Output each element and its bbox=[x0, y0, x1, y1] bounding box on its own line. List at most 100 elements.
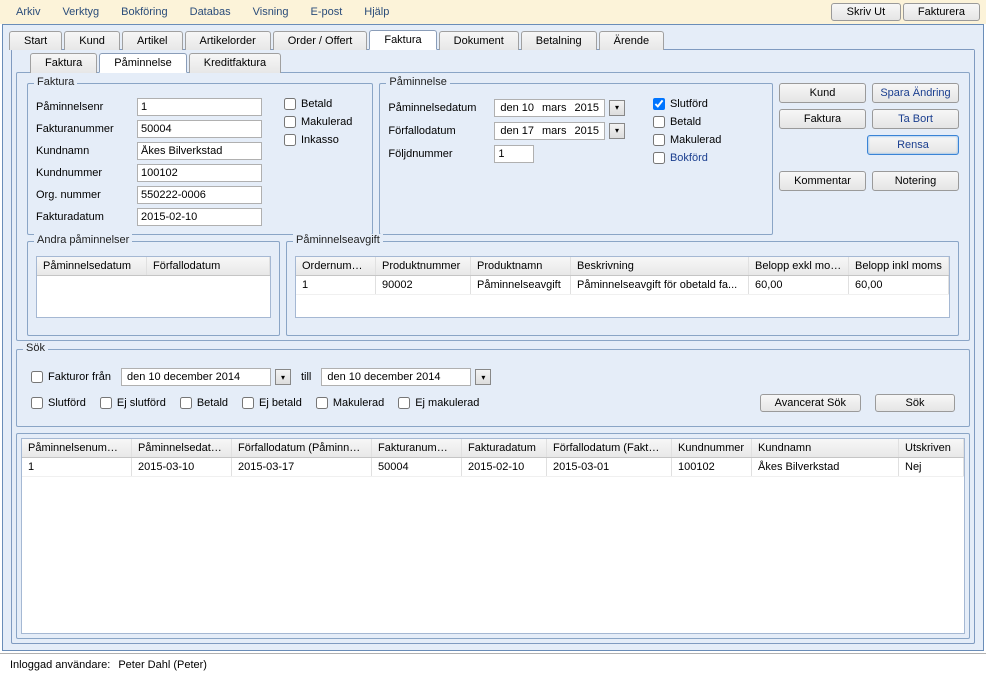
sok-to-date[interactable]: den 10 december 2014 bbox=[321, 368, 471, 386]
rensa-button[interactable]: Rensa bbox=[867, 135, 959, 155]
input-orgnummer[interactable] bbox=[137, 186, 262, 204]
label-forfallodatum: Förfallodatum bbox=[388, 125, 488, 137]
print-button[interactable]: Skriv Ut bbox=[831, 3, 901, 21]
spara-button[interactable]: Spara Ändring bbox=[872, 83, 959, 103]
check-makulerad-pam[interactable]: Makulerad bbox=[653, 134, 721, 146]
sok-button[interactable]: Sök bbox=[875, 394, 955, 412]
check-bokford-label: Bokförd bbox=[670, 152, 708, 164]
check-betald-pam-label: Betald bbox=[670, 116, 701, 128]
label-kundnummer: Kundnummer bbox=[36, 167, 131, 179]
check-makulerad-faktura[interactable]: Makulerad bbox=[284, 116, 352, 128]
subtab-kreditfaktura[interactable]: Kreditfaktura bbox=[189, 53, 281, 73]
tab-artikelorder[interactable]: Artikelorder bbox=[185, 31, 271, 50]
sub-tabs: Faktura Påminnelse Kreditfaktura bbox=[12, 50, 974, 72]
pam-date-y: 2015 bbox=[574, 102, 598, 114]
c-ejbetald[interactable]: Ej betald bbox=[242, 397, 302, 409]
forfallodatum-dd[interactable]: ▾ bbox=[609, 123, 625, 139]
tab-kund[interactable]: Kund bbox=[64, 31, 120, 50]
calendar-icon: ▾ bbox=[615, 103, 619, 112]
res-col-6: Kundnummer bbox=[672, 439, 752, 457]
check-bokford[interactable]: Bokförd bbox=[653, 152, 721, 164]
menu-hjalp[interactable]: Hjälp bbox=[354, 3, 399, 21]
avancerat-sok-button[interactable]: Avancerat Sök bbox=[760, 394, 861, 412]
res-cell-0: 1 bbox=[22, 458, 132, 476]
input-kundnummer[interactable] bbox=[137, 164, 262, 182]
subtab-faktura[interactable]: Faktura bbox=[30, 53, 97, 73]
faktura-button[interactable]: Faktura bbox=[779, 109, 866, 129]
paminnelsedatum-dd[interactable]: ▾ bbox=[609, 100, 625, 116]
check-makulerad-label: Makulerad bbox=[301, 116, 352, 128]
res-col-8: Utskriven bbox=[899, 439, 964, 457]
c-ejmakulerad[interactable]: Ej makulerad bbox=[398, 397, 479, 409]
check-inkasso[interactable]: Inkasso bbox=[284, 134, 352, 146]
c-betald[interactable]: Betald bbox=[180, 397, 228, 409]
res-col-2: Förfallodatum (Påminnelse) bbox=[232, 439, 372, 457]
faktura-legend: Faktura bbox=[34, 76, 77, 88]
check-inkasso-label: Inkasso bbox=[301, 134, 339, 146]
kommentar-button[interactable]: Kommentar bbox=[779, 171, 866, 191]
c-makulerad[interactable]: Makulerad bbox=[316, 397, 384, 409]
tab-betalning[interactable]: Betalning bbox=[521, 31, 597, 50]
menu-visning[interactable]: Visning bbox=[243, 3, 299, 21]
for-date-d: den 17 bbox=[500, 125, 534, 137]
avgift-cell-3: Påminnelseavgift för obetald fa... bbox=[571, 276, 749, 294]
menu-bokforing[interactable]: Bokföring bbox=[111, 3, 177, 21]
label-paminnelsedatum: Påminnelsedatum bbox=[388, 102, 488, 114]
input-kundnamn[interactable] bbox=[137, 142, 262, 160]
tab-order-offert[interactable]: Order / Offert bbox=[273, 31, 368, 50]
tabort-button[interactable]: Ta Bort bbox=[872, 109, 959, 129]
avgift-col-3: Beskrivning bbox=[571, 257, 749, 275]
tab-arende[interactable]: Ärende bbox=[599, 31, 664, 50]
input-fakturadatum[interactable] bbox=[137, 208, 262, 226]
tab-faktura[interactable]: Faktura bbox=[369, 30, 436, 50]
res-col-5: Förfallodatum (Faktura) bbox=[547, 439, 672, 457]
sok-from-date[interactable]: den 10 december 2014 bbox=[121, 368, 271, 386]
avgift-col-5: Belopp inkl moms bbox=[849, 257, 949, 275]
tab-dokument[interactable]: Dokument bbox=[439, 31, 519, 50]
check-betald-faktura[interactable]: Betald bbox=[284, 98, 352, 110]
main-tabs: Start Kund Artikel Artikelorder Order / … bbox=[3, 25, 983, 49]
check-fakturor-fran[interactable]: Fakturor från bbox=[31, 371, 111, 383]
avgift-cell-1: 90002 bbox=[376, 276, 471, 294]
avgift-col-0: Ordernummer bbox=[296, 257, 376, 275]
input-paminnelsenr[interactable] bbox=[137, 98, 262, 116]
input-foljdnummer[interactable] bbox=[494, 145, 534, 163]
fakturor-fran-label: Fakturor från bbox=[48, 371, 111, 383]
paminnelse-legend: Påminnelse bbox=[386, 76, 449, 88]
avgift-row[interactable]: 1 90002 Påminnelseavgift Påminnelseavgif… bbox=[296, 276, 949, 295]
andra-col-1: Förfallodatum bbox=[147, 257, 270, 275]
res-cell-5: 2015-03-01 bbox=[547, 458, 672, 476]
subtab-paminnelse[interactable]: Påminnelse bbox=[99, 53, 186, 73]
results-row[interactable]: 1 2015-03-10 2015-03-17 50004 2015-02-10… bbox=[22, 458, 964, 477]
check-betald-pam[interactable]: Betald bbox=[653, 116, 721, 128]
res-col-7: Kundnamn bbox=[752, 439, 899, 457]
status-bar: Inloggad användare: Peter Dahl (Peter) bbox=[0, 653, 986, 675]
res-cell-2: 2015-03-17 bbox=[232, 458, 372, 476]
check-makulerad-pam-label: Makulerad bbox=[670, 134, 721, 146]
sok-to-dd[interactable]: ▾ bbox=[475, 369, 491, 385]
menu-verktyg[interactable]: Verktyg bbox=[52, 3, 109, 21]
tab-start[interactable]: Start bbox=[9, 31, 62, 50]
menu-databas[interactable]: Databas bbox=[180, 3, 241, 21]
input-fakturanummer[interactable] bbox=[137, 120, 262, 138]
menu-arkiv[interactable]: Arkiv bbox=[6, 3, 50, 21]
avgift-fieldset: Påminnelseavgift Ordernummer Produktnumm… bbox=[286, 241, 959, 336]
andra-fieldset: Andra påminnelser Påminnelsedatum Förfal… bbox=[27, 241, 280, 336]
menu-epost[interactable]: E-post bbox=[301, 3, 353, 21]
res-cell-7: Åkes Bilverkstad bbox=[752, 458, 899, 476]
avgift-col-1: Produktnummer bbox=[376, 257, 471, 275]
label-paminnelsenr: Påminnelsenr bbox=[36, 101, 131, 113]
check-slutford[interactable]: Slutförd bbox=[653, 98, 721, 110]
sok-from-dd[interactable]: ▾ bbox=[275, 369, 291, 385]
res-cell-3: 50004 bbox=[372, 458, 462, 476]
c-slutford[interactable]: Slutförd bbox=[31, 397, 86, 409]
res-cell-4: 2015-02-10 bbox=[462, 458, 547, 476]
tab-artikel[interactable]: Artikel bbox=[122, 31, 183, 50]
kund-button[interactable]: Kund bbox=[779, 83, 866, 103]
fakturera-button[interactable]: Fakturera bbox=[903, 3, 980, 21]
c-ejslutford[interactable]: Ej slutförd bbox=[100, 397, 166, 409]
forfallodatum-picker[interactable]: den 17 mars 2015 bbox=[494, 122, 605, 140]
for-date-m: mars bbox=[542, 125, 566, 137]
paminnelsedatum-picker[interactable]: den 10 mars 2015 bbox=[494, 99, 605, 117]
notering-button[interactable]: Notering bbox=[872, 171, 959, 191]
